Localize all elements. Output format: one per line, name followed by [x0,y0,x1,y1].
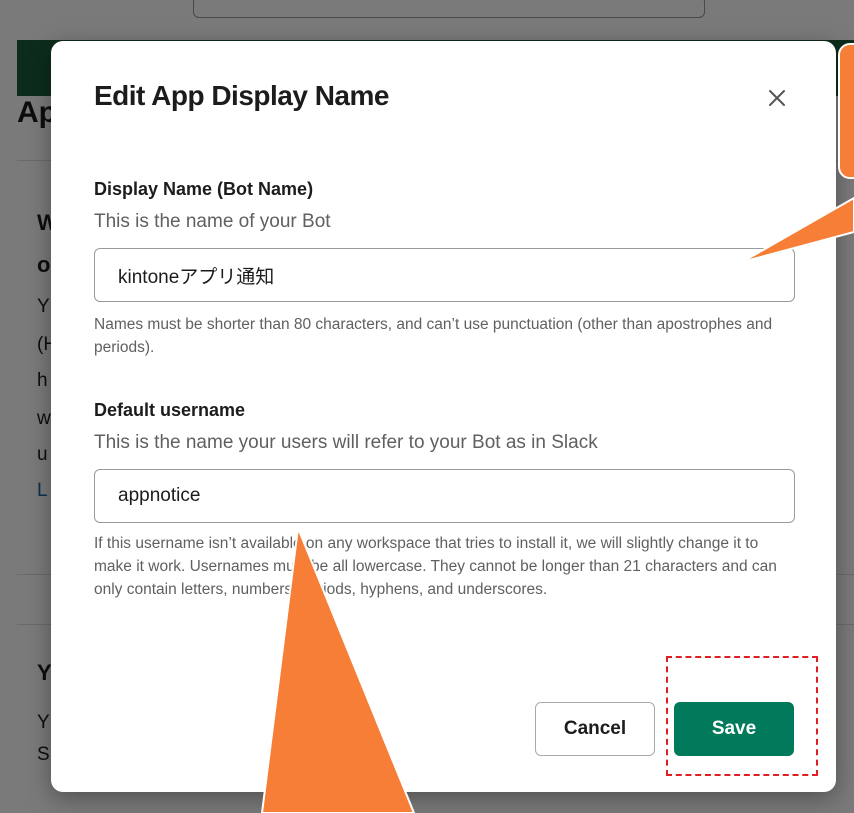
annotation-arrow-bottom [260,524,416,813]
annotation-save-highlight [666,656,818,776]
annotation-arrow-right [741,196,854,263]
